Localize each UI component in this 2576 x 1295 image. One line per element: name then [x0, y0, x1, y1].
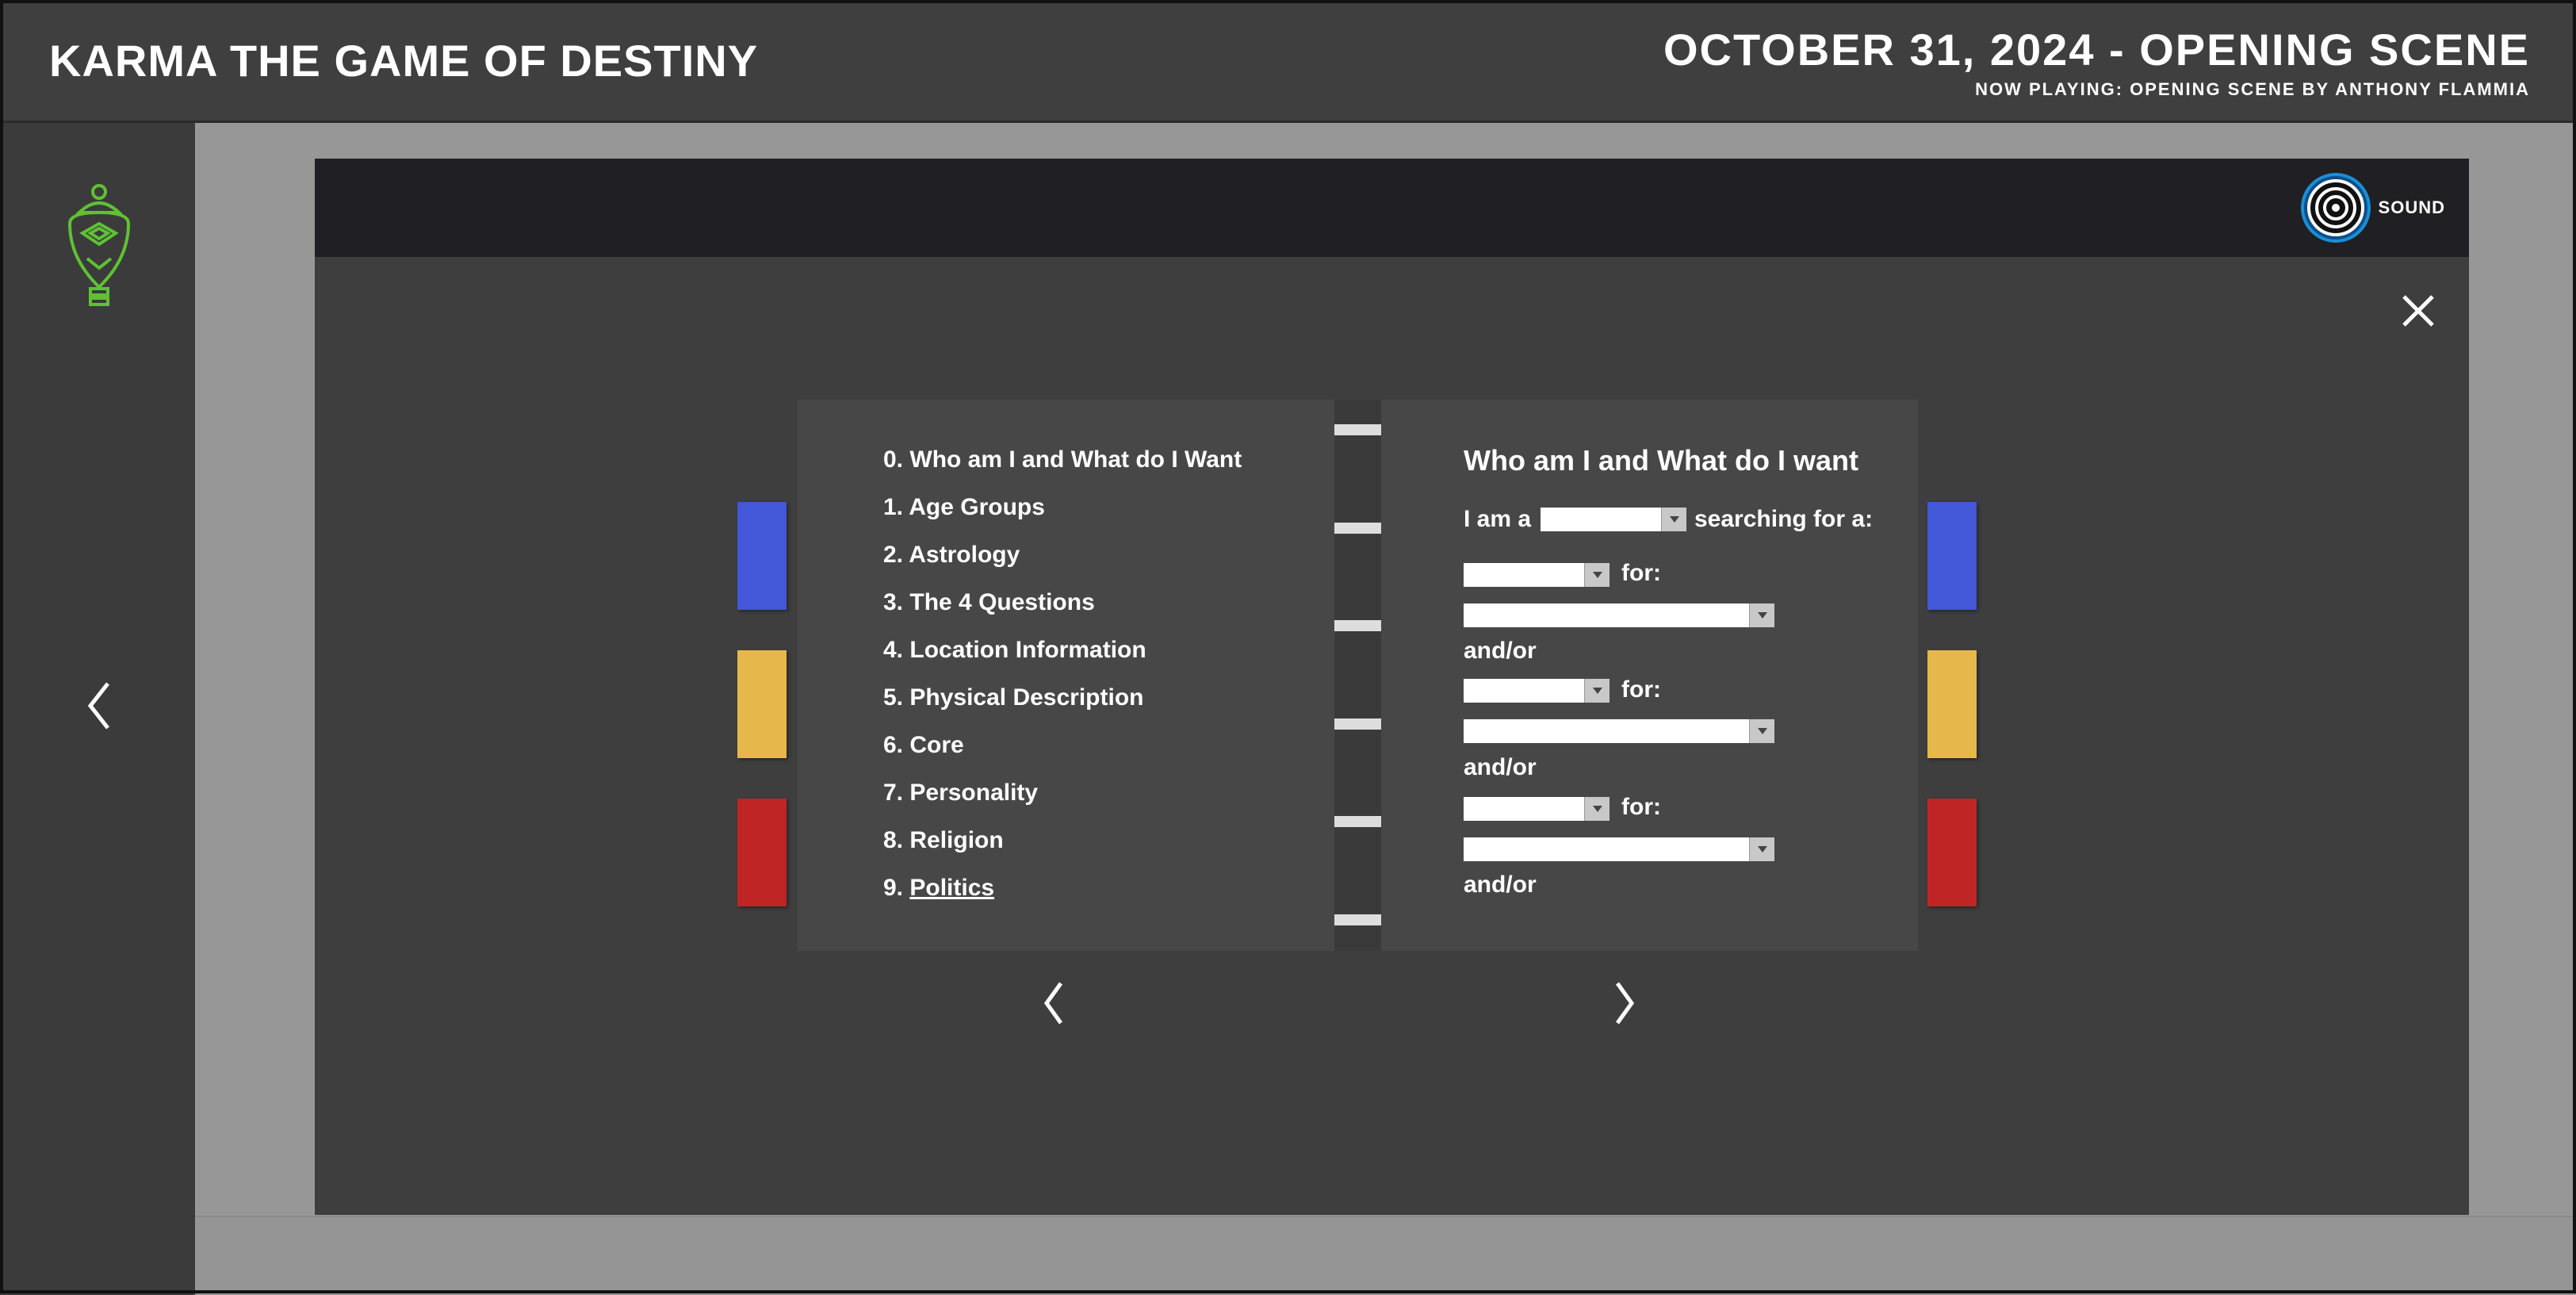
toc-item-number: 4.: [883, 637, 904, 663]
tab-left-blue[interactable]: [737, 502, 787, 610]
purpose-select-1[interactable]: [1464, 603, 1774, 627]
tab-right-red[interactable]: [1927, 799, 1977, 906]
purpose-select-2[interactable]: [1464, 719, 1774, 743]
sound-icon: [2300, 173, 2371, 243]
toc-item-label: Location Information: [909, 637, 1146, 663]
toc-item-label: Physical Description: [909, 684, 1144, 711]
dropdown-arrow-icon: [1584, 797, 1610, 821]
dropdown-arrow-icon: [1661, 508, 1686, 531]
toc-item-number: 6.: [883, 732, 904, 758]
top-bar: KARMA THE GAME OF DESTINY OCTOBER 31, 20…: [0, 0, 2576, 123]
i-am-a-select[interactable]: [1541, 508, 1686, 531]
app-title: KARMA THE GAME OF DESTINY: [49, 36, 759, 86]
page-next-arrow-icon[interactable]: [1600, 975, 1648, 1031]
i-am-a-label: I am a: [1464, 506, 1532, 532]
seeking-select-2[interactable]: [1464, 679, 1610, 703]
tab-right-yellow[interactable]: [1927, 650, 1977, 758]
toc-item-number: 9.: [883, 875, 904, 901]
seeking-select-1[interactable]: [1464, 563, 1610, 587]
toc-item-label: The 4 Questions: [909, 589, 1095, 615]
toc-item-label: Personality: [909, 780, 1039, 806]
sound-toggle[interactable]: SOUND: [2299, 171, 2445, 244]
tab-left-red[interactable]: [737, 799, 787, 906]
toc-item[interactable]: 8. Religion: [883, 825, 1242, 872]
toc-item[interactable]: 0. Who am I and What do I Want: [883, 444, 1242, 492]
book-page-right: Who am I and What do I want I am a searc…: [1381, 400, 1918, 951]
toc-item[interactable]: 5. Physical Description: [883, 682, 1242, 730]
spine-ring: [1334, 620, 1381, 631]
spine-ring: [1334, 424, 1381, 435]
dropdown-arrow-icon: [1584, 679, 1610, 703]
scene-date-title: OCTOBER 31, 2024 - OPENING SCENE: [1663, 25, 2530, 75]
dropdown-arrow-icon: [1584, 563, 1610, 587]
spine-ring: [1334, 718, 1381, 730]
searching-for-label: searching for a:: [1694, 506, 1874, 532]
toc-item[interactable]: 3. The 4 Questions: [883, 587, 1242, 634]
page-prev-arrow-icon[interactable]: [1031, 975, 1078, 1031]
now-playing-text: NOW PLAYING: OPENING SCENE BY ANTHONY FL…: [1975, 79, 2530, 99]
for-label-3: for:: [1621, 794, 1661, 820]
sidebar-prev-arrow-icon[interactable]: [76, 674, 124, 738]
toc-item-label: Age Groups: [909, 494, 1045, 520]
toc-item-number: 0.: [883, 446, 904, 473]
dropdown-arrow-icon: [1749, 719, 1774, 743]
close-icon[interactable]: [2394, 287, 2442, 335]
oracle-logo-icon[interactable]: [56, 182, 143, 309]
book-page-left: 0. Who am I and What do I Want 1. Age Gro…: [798, 400, 1334, 951]
toc-item[interactable]: 9. Politics: [883, 872, 1242, 920]
spine-ring: [1334, 816, 1381, 827]
for-label-1: for:: [1621, 560, 1661, 586]
andor-label-1: and/or: [1464, 638, 1537, 664]
toc-item-number: 5.: [883, 684, 904, 711]
tab-right-blue[interactable]: [1927, 502, 1977, 610]
toc-item-label: Who am I and What do I Want: [909, 446, 1242, 473]
toc-item-number: 8.: [883, 827, 904, 853]
spine-ring: [1334, 523, 1381, 534]
seeking-select-3[interactable]: [1464, 797, 1610, 821]
toc-item-label: Astrology: [909, 542, 1020, 568]
toc-item[interactable]: 2. Astrology: [883, 539, 1242, 587]
purpose-select-3[interactable]: [1464, 837, 1774, 861]
andor-label-3: and/or: [1464, 872, 1537, 898]
modal-header: SOUND: [315, 159, 2469, 257]
toc-item-number: 1.: [883, 494, 904, 520]
book-spine: [1334, 400, 1381, 951]
toc-item[interactable]: 7. Personality: [883, 777, 1242, 825]
toc-item-label: Religion: [909, 827, 1004, 853]
table-of-contents: 0. Who am I and What do I Want 1. Age Gro…: [883, 444, 1242, 920]
stage-footer: [195, 1216, 2576, 1295]
andor-label-2: and/or: [1464, 754, 1537, 780]
form-title: Who am I and What do I want: [1464, 444, 1858, 477]
toc-item-label: Core: [909, 732, 964, 758]
tab-left-yellow[interactable]: [737, 650, 787, 758]
spine-ring: [1334, 914, 1381, 925]
toc-item[interactable]: 4. Location Information: [883, 634, 1242, 682]
toc-item-number: 7.: [883, 780, 904, 806]
toc-item-label: Politics: [909, 875, 995, 901]
toc-item[interactable]: 1. Age Groups: [883, 492, 1242, 539]
for-label-2: for:: [1621, 676, 1661, 703]
toc-item-number: 2.: [883, 542, 904, 568]
dropdown-arrow-icon: [1749, 603, 1774, 627]
sound-label: SOUND: [2378, 197, 2445, 217]
toc-item[interactable]: 6. Core: [883, 730, 1242, 777]
toc-item-number: 3.: [883, 589, 904, 615]
dropdown-arrow-icon: [1749, 837, 1774, 861]
